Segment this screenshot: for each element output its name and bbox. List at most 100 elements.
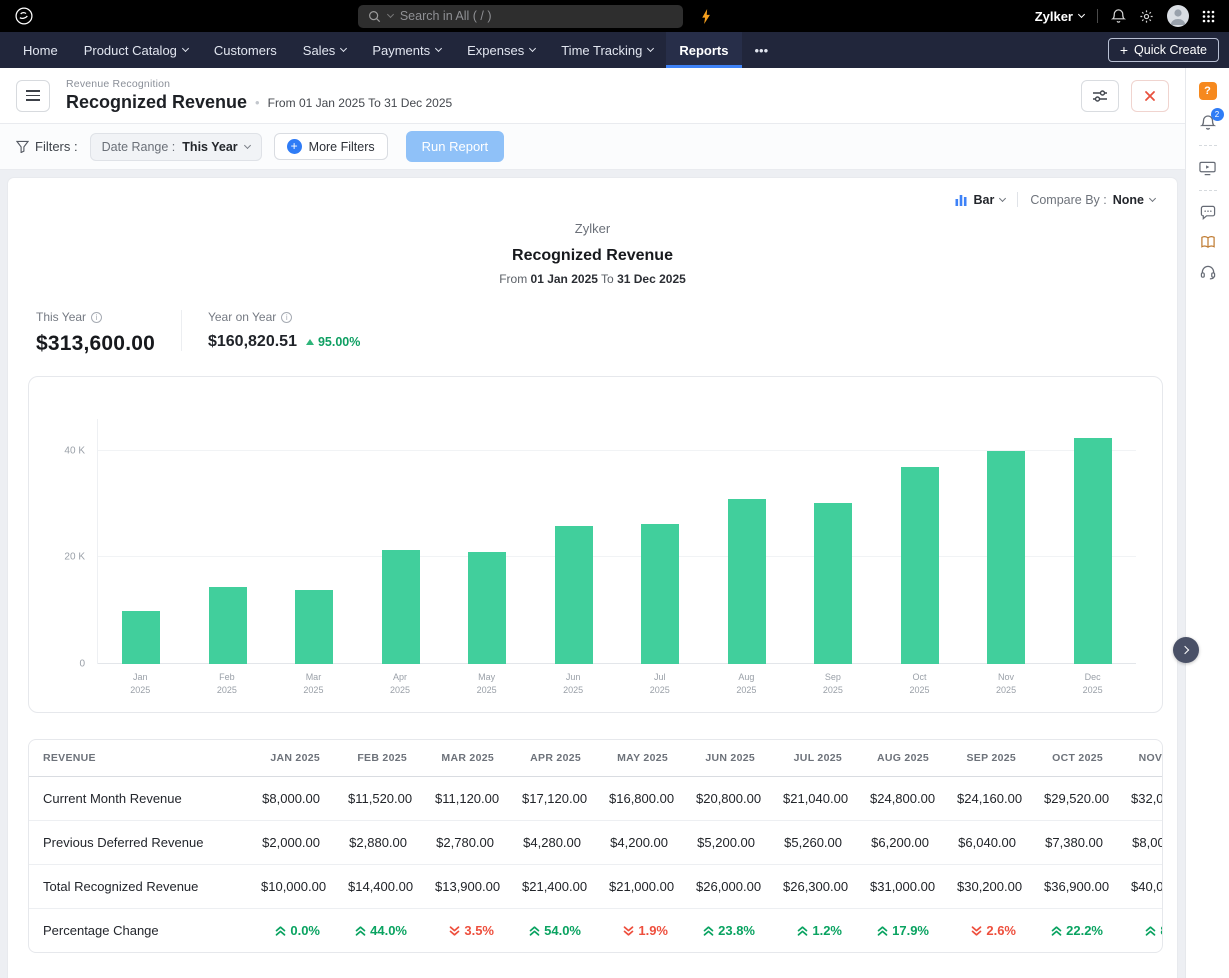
bar-slot [987, 419, 1025, 664]
bar-jul-2025[interactable] [641, 524, 679, 664]
value-cell: $10,000.00 [247, 865, 334, 909]
value-cell: $29,520.00 [1030, 777, 1117, 821]
notifications-bell-icon[interactable] [1111, 8, 1126, 24]
stats-row: This Year i $313,600.00 Year on Year i $… [8, 286, 1177, 356]
topbar-divider [1097, 9, 1098, 23]
notification-count-badge: 2 [1211, 108, 1224, 121]
table-header-jan-2025: JAN 2025 [247, 740, 334, 777]
value-cell: $21,040.00 [769, 777, 856, 821]
more-filters-button[interactable]: + More Filters [274, 133, 388, 160]
apps-grid-icon[interactable] [1202, 10, 1215, 23]
report-card: Bar Compare By : None Zylker Recognized … [8, 178, 1177, 978]
bar-slot [468, 419, 506, 664]
quick-create-button[interactable]: + Quick Create [1108, 38, 1219, 62]
right-rail: ? 2 [1185, 68, 1229, 978]
feedback-chat-icon[interactable] [1200, 205, 1216, 221]
bar-mar-2025[interactable] [295, 590, 333, 664]
bar-jan-2025[interactable] [122, 611, 160, 664]
bar-oct-2025[interactable] [901, 467, 939, 664]
stat-this-year: This Year i $313,600.00 [36, 310, 155, 356]
bar-slot [728, 419, 766, 664]
video-tutorials-icon[interactable] [1199, 160, 1216, 176]
search-icon [368, 10, 381, 23]
help-icon[interactable]: ? [1199, 82, 1217, 100]
search-scope-chevron-icon[interactable] [387, 11, 394, 18]
table-header-aug-2025: AUG 2025 [856, 740, 943, 777]
lightning-bolt-icon[interactable] [701, 9, 711, 24]
support-headset-icon[interactable] [1200, 264, 1216, 280]
table-row-percentage-change: Percentage Change0.0%44.0%3.5%54.0%1.9%2… [29, 909, 1163, 953]
docs-book-icon[interactable] [1200, 235, 1216, 250]
chevron-down-icon [435, 45, 442, 52]
percent-cell: 54.0% [508, 909, 595, 953]
value-cell: $8,000.00 [247, 777, 334, 821]
x-tick-label: Jul2025 [641, 671, 679, 696]
nav-item-time-tracking[interactable]: Time Tracking [548, 32, 666, 68]
close-icon [1144, 90, 1156, 102]
zoho-books-logo[interactable] [14, 6, 34, 26]
bar-feb-2025[interactable] [209, 587, 247, 664]
y-tick-label: 0 [79, 659, 85, 670]
percent-cell: 17.9% [856, 909, 943, 953]
bar-apr-2025[interactable] [382, 550, 420, 664]
double-chevron-down-icon [971, 926, 982, 936]
nav-item-sales[interactable]: Sales [290, 32, 360, 68]
search-input[interactable]: Search in All ( / ) [358, 5, 683, 28]
nav-item-expenses[interactable]: Expenses [454, 32, 548, 68]
table-row-current-month-revenue: Current Month Revenue$8,000.00$11,520.00… [29, 777, 1163, 821]
double-chevron-up-icon [877, 926, 888, 936]
report-org-name: Zylker [8, 221, 1177, 236]
chart-x-labels: Jan2025Feb2025Mar2025Apr2025May2025Jun20… [97, 671, 1136, 696]
nav-item-product-catalog[interactable]: Product Catalog [71, 32, 201, 68]
top-bar: Search in All ( / ) Zylker [0, 0, 1229, 32]
nav-item-payments[interactable]: Payments [359, 32, 454, 68]
y-tick-label: 20 K [64, 552, 85, 563]
nav-item-reports[interactable]: Reports [666, 32, 741, 68]
breadcrumb: Revenue Recognition [66, 78, 452, 90]
settings-gear-icon[interactable] [1139, 9, 1154, 24]
info-icon[interactable]: i [91, 312, 102, 323]
nav-item-home[interactable]: Home [10, 32, 71, 68]
run-report-button[interactable]: Run Report [406, 131, 504, 162]
bar-dec-2025[interactable] [1074, 438, 1112, 664]
nav-item-customers[interactable]: Customers [201, 32, 290, 68]
bar-nov-2025[interactable] [987, 451, 1025, 664]
row-label: Percentage Change [29, 909, 247, 953]
rail-notifications-bell-icon[interactable]: 2 [1200, 114, 1216, 131]
double-chevron-up-icon [797, 926, 808, 936]
bars [98, 419, 1136, 664]
bar-jun-2025[interactable] [555, 526, 593, 664]
percent-cell: 1.2% [769, 909, 856, 953]
customize-report-button[interactable] [1081, 80, 1119, 112]
value-cell: $21,000.00 [595, 865, 682, 909]
value-cell: $30,200.00 [943, 865, 1030, 909]
user-avatar[interactable] [1167, 5, 1189, 27]
bar-may-2025[interactable] [468, 552, 506, 664]
table-header-apr-2025: APR 2025 [508, 740, 595, 777]
date-range-dropdown[interactable]: Date Range : This Year [90, 133, 262, 161]
bar-slot [122, 419, 160, 664]
bar-slot [555, 419, 593, 664]
x-tick-label: Apr2025 [381, 671, 419, 696]
bar-sep-2025[interactable] [814, 503, 852, 664]
title-bullet: • [255, 95, 260, 110]
info-icon[interactable]: i [281, 312, 292, 323]
x-tick-label: May2025 [468, 671, 506, 696]
chart-type-selector[interactable]: Bar [955, 193, 1005, 207]
nav-item-more[interactable]: ••• [742, 32, 782, 68]
value-cell: $36,900.00 [1030, 865, 1117, 909]
chevron-down-icon [529, 45, 536, 52]
bar-aug-2025[interactable] [728, 499, 766, 664]
yoy-label: Year on Year [208, 310, 276, 324]
chart-type-value: Bar [973, 193, 994, 207]
nav-item-label: ••• [755, 43, 769, 58]
table-header-jun-2025: JUN 2025 [682, 740, 769, 777]
yoy-value: $160,820.51 [208, 333, 297, 351]
bar-chart-icon [955, 194, 967, 206]
collapse-panel-button[interactable] [1173, 637, 1199, 663]
org-switcher[interactable]: Zylker [1035, 9, 1084, 24]
compare-by-selector[interactable]: Compare By : None [1030, 193, 1155, 207]
revenue-table-card: REVENUEJAN 2025FEB 2025MAR 2025APR 2025M… [28, 739, 1163, 953]
close-report-button[interactable] [1131, 80, 1169, 112]
sidebar-toggle-button[interactable] [16, 80, 50, 112]
